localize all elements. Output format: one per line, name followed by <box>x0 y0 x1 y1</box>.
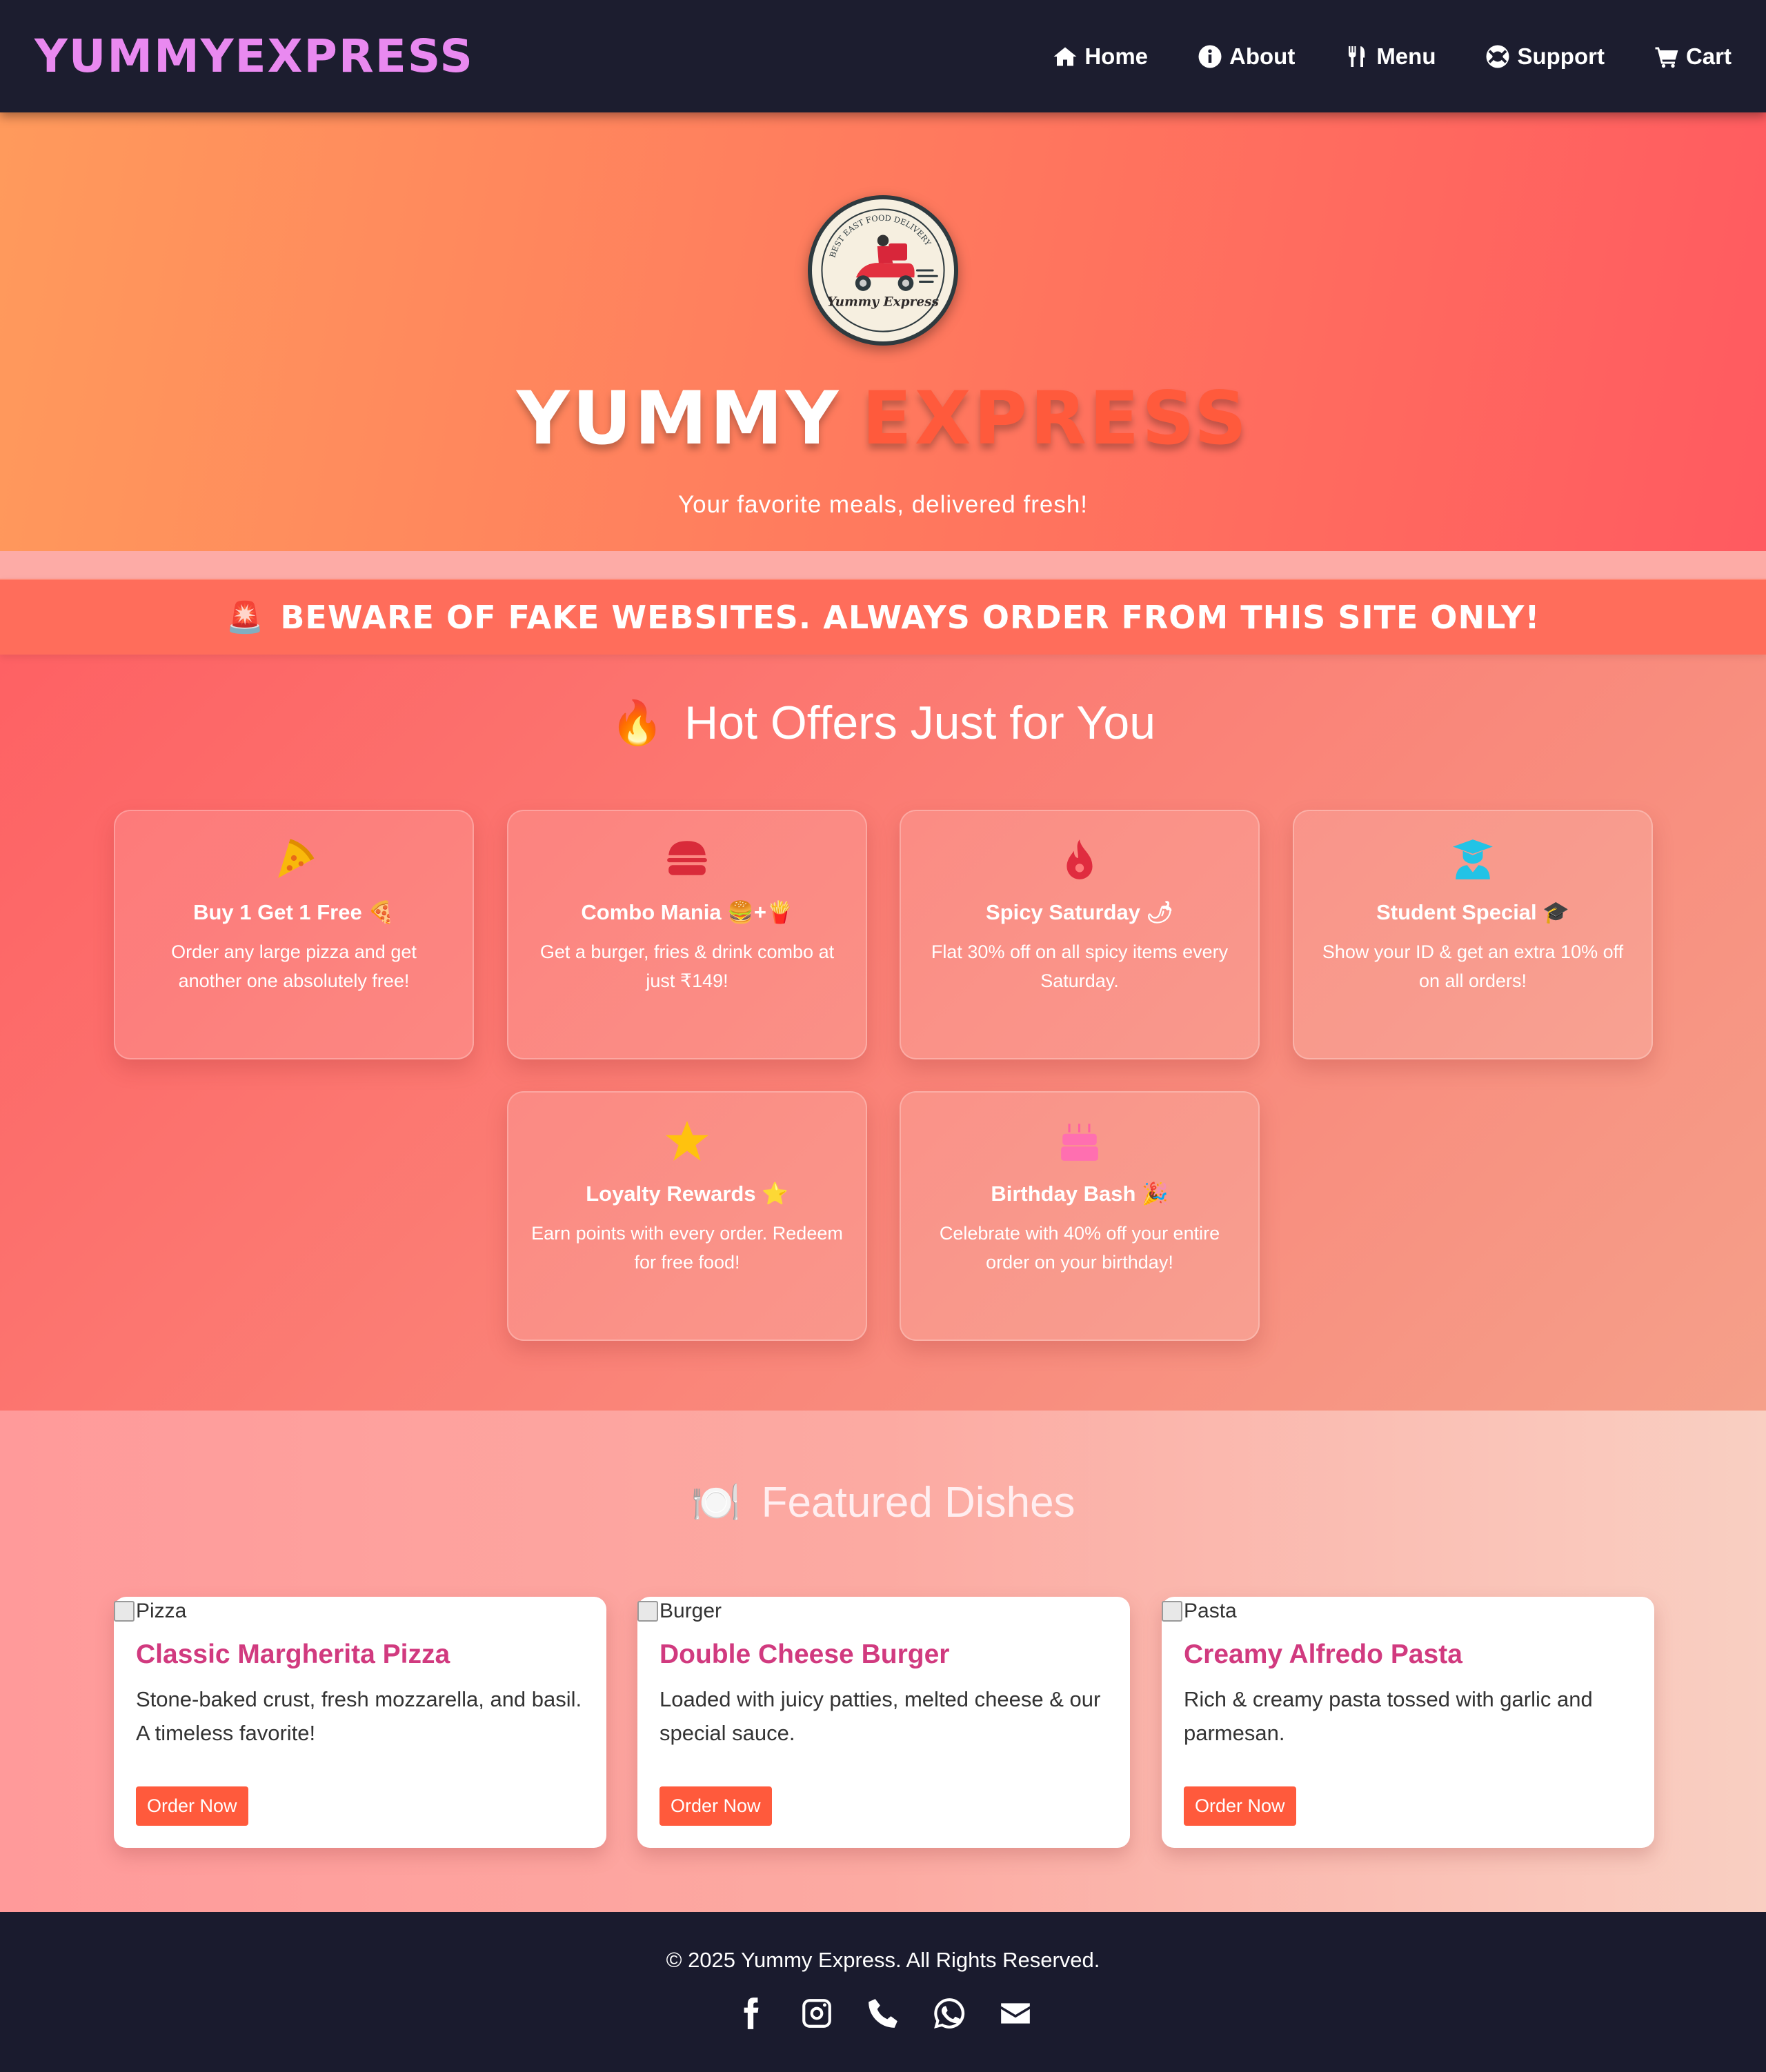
offers-title: Hot Offers Just for You <box>684 697 1156 749</box>
featured-section: 🍽️ Featured Dishes Pizza Classic Margher… <box>0 1411 1766 1912</box>
dish-name: Classic Margherita Pizza <box>136 1640 450 1669</box>
broken-image-icon <box>637 1601 658 1622</box>
nav-menu-label: Menu <box>1376 43 1436 69</box>
utensils-icon <box>1349 46 1365 67</box>
whatsapp-icon[interactable] <box>932 1996 966 2031</box>
offer-card-birthday[interactable]: Birthday Bash 🎉 Celebrate with 40% off y… <box>900 1091 1260 1341</box>
offer-card-text: Order any large pizza and get another on… <box>171 942 417 991</box>
offer-card-text: Flat 30% off on all spicy items every Sa… <box>931 942 1229 991</box>
offers-section: 🚨 BEWARE OF FAKE WEBSITES. ALWAYS ORDER … <box>0 551 1766 1411</box>
delivery-scooter-logo-icon: BEST EAST FOOD DELIVERY Yummy Express <box>821 208 945 332</box>
featured-heading: 🍽️ Featured Dishes <box>0 1411 1766 1527</box>
warning-text: BEWARE OF FAKE WEBSITES. ALWAYS ORDER FR… <box>280 599 1540 636</box>
offer-card-text: Show your ID & get an extra 10% off on a… <box>1322 942 1624 991</box>
home-icon <box>1053 47 1077 66</box>
flame-icon <box>1066 839 1093 879</box>
nav-menu[interactable]: Menu <box>1345 43 1436 70</box>
hero-title-word-2: EXPRESS <box>862 376 1250 461</box>
offer-card-title: Birthday Bash 🎉 <box>991 1182 1169 1206</box>
dish-image-broken: Pasta <box>1162 1597 1654 1626</box>
dish-card-pasta: Pasta Creamy Alfredo Pasta Rich & creamy… <box>1162 1597 1654 1848</box>
hero-title-word-1: YUMMY <box>516 376 842 461</box>
offer-card-bogo[interactable]: Buy 1 Get 1 Free 🍕 Order any large pizza… <box>114 810 474 1059</box>
offer-card-loyalty[interactable]: Loyalty Rewards ⭐ Earn points with every… <box>507 1091 867 1341</box>
plate-icon: 🍽️ <box>691 1480 741 1525</box>
footer: © 2025 Yummy Express. All Rights Reserve… <box>0 1912 1766 2072</box>
yummy-express-logo: BEST EAST FOOD DELIVERY Yummy Express <box>808 195 958 346</box>
offer-card-student[interactable]: Student Special 🎓 Show your ID & get an … <box>1293 810 1653 1059</box>
dish-description: Loaded with juicy patties, melted cheese… <box>659 1687 1101 1745</box>
lifebuoy-icon <box>1486 45 1509 68</box>
nav-support[interactable]: Support <box>1485 43 1605 70</box>
nav-about[interactable]: About <box>1198 43 1295 70</box>
nav-about-label: About <box>1229 43 1296 69</box>
dish-image-broken: Pizza <box>114 1597 606 1626</box>
instagram-icon[interactable] <box>800 1996 834 2031</box>
star-icon <box>666 1121 708 1161</box>
cart-icon <box>1655 47 1678 68</box>
order-now-button[interactable]: Order Now <box>659 1786 772 1826</box>
graduate-icon <box>1453 839 1493 879</box>
order-now-button[interactable]: Order Now <box>136 1786 248 1826</box>
offer-card-title: Combo Mania 🍔+🍟 <box>581 900 793 924</box>
nav-home-label: Home <box>1084 43 1149 69</box>
hero-title: YUMMY EXPRESS <box>517 376 1249 461</box>
phone-icon[interactable] <box>866 1996 900 2031</box>
navbar: YUMMYEXPRESS Home About Menu Support Car… <box>0 0 1766 112</box>
cake-icon <box>1061 1124 1098 1161</box>
dish-image-broken: Burger <box>637 1597 1130 1626</box>
nav-links: Home About Menu Support Cart <box>1053 43 1732 70</box>
offer-card-title: Loyalty Rewards ⭐ <box>586 1182 788 1206</box>
dish-name: Creamy Alfredo Pasta <box>1184 1640 1462 1669</box>
nav-support-label: Support <box>1517 43 1605 69</box>
nav-cart-label: Cart <box>1685 43 1732 69</box>
siren-icon: 🚨 <box>226 601 264 635</box>
nav-home[interactable]: Home <box>1053 43 1148 70</box>
info-icon <box>1198 45 1222 68</box>
offer-card-spicy[interactable]: Spicy Saturday 🌶 Flat 30% off on all spi… <box>900 810 1260 1059</box>
dish-card-burger: Burger Double Cheese Burger Loaded with … <box>637 1597 1130 1848</box>
offer-card-title: Buy 1 Get 1 Free 🍕 <box>193 900 395 924</box>
svg-text:Yummy Express: Yummy Express <box>827 295 940 310</box>
fire-icon: 🔥 <box>610 699 664 747</box>
burger-icon <box>667 841 707 875</box>
offer-card-text: Get a burger, fries & drink combo at jus… <box>539 942 835 991</box>
dish-description: Rich & creamy pasta tossed with garlic a… <box>1184 1687 1593 1745</box>
broken-image-icon <box>1162 1601 1182 1622</box>
broken-image-icon <box>114 1601 135 1622</box>
offer-card-title: Spicy Saturday 🌶 <box>986 900 1173 924</box>
dish-name: Double Cheese Burger <box>659 1640 950 1669</box>
hero-subtitle: Your favorite meals, delivered fresh! <box>677 491 1089 518</box>
nav-cart[interactable]: Cart <box>1654 43 1732 70</box>
offer-card-text: Celebrate with 40% off your entire order… <box>939 1223 1220 1273</box>
facebook-icon[interactable] <box>733 1996 768 2031</box>
pizza-icon <box>278 839 315 878</box>
email-icon[interactable] <box>998 1996 1033 2031</box>
order-now-button[interactable]: Order Now <box>1184 1786 1296 1826</box>
footer-copyright: © 2025 Yummy Express. All Rights Reserve… <box>666 1948 1100 1972</box>
offer-card-text: Earn points with every order. Redeem for… <box>531 1223 843 1273</box>
brand-logo-text[interactable]: YUMMYEXPRESS <box>34 30 474 83</box>
dish-description: Stone-baked crust, fresh mozzarella, and… <box>136 1687 582 1745</box>
offers-heading: 🔥 Hot Offers Just for You <box>0 696 1766 750</box>
hero-section: BEST EAST FOOD DELIVERY Yummy Express YU… <box>0 112 1766 551</box>
dish-card-pizza: Pizza Classic Margherita Pizza Stone-bak… <box>114 1597 606 1848</box>
social-links <box>0 1996 1766 2031</box>
featured-title: Featured Dishes <box>761 1479 1075 1526</box>
offer-card-combo[interactable]: Combo Mania 🍔+🍟 Get a burger, fries & dr… <box>507 810 867 1059</box>
offer-card-title: Student Special 🎓 <box>1376 900 1569 924</box>
fake-website-warning-banner: 🚨 BEWARE OF FAKE WEBSITES. ALWAYS ORDER … <box>0 579 1766 655</box>
